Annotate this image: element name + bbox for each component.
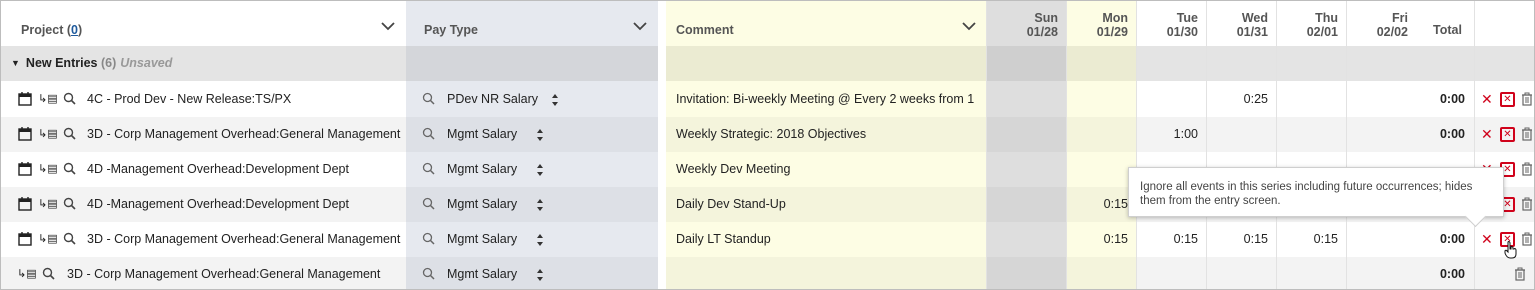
comment-value[interactable]: Weekly Strategic: 2018 Objectives	[676, 127, 986, 141]
day-header-mon: Mon 01/29	[1066, 1, 1136, 46]
search-icon[interactable]	[62, 126, 78, 142]
table-row[interactable]: ↳▤ 3D - Corp Management Overhead:General…	[1, 222, 1534, 257]
search-icon[interactable]	[62, 161, 78, 177]
hours-tue[interactable]: 0:15	[1136, 232, 1198, 246]
trash-icon[interactable]	[1521, 127, 1533, 141]
search-icon[interactable]	[421, 231, 437, 247]
ignore-series-icon[interactable]: ✕	[1500, 92, 1515, 107]
comment-header-label: Comment	[676, 23, 734, 37]
search-icon[interactable]	[62, 196, 78, 212]
day-header-fri: Fri 02/02	[1376, 11, 1408, 39]
comment-value[interactable]: Weekly Dev Meeting	[676, 162, 986, 176]
calendar-icon[interactable]	[17, 126, 33, 142]
project-value[interactable]: 3D - Corp Management Overhead:General Ma…	[87, 127, 400, 141]
day-header-thu: Thu 02/01	[1306, 11, 1338, 39]
ignore-series-tooltip: Ignore all events in this series includi…	[1128, 167, 1504, 217]
sort-updown-icon[interactable]	[536, 233, 544, 247]
row-total: 0:00	[1439, 92, 1465, 106]
sort-updown-icon[interactable]	[536, 268, 544, 282]
pay-type-value[interactable]: Mgmt Salary	[447, 197, 517, 211]
link-entry-icon[interactable]: ↳▤	[38, 91, 58, 107]
day-header-tue: Tue 01/30	[1166, 11, 1198, 39]
link-entry-icon[interactable]: ↳▤	[38, 231, 58, 247]
calendar-icon[interactable]	[17, 231, 33, 247]
search-icon[interactable]	[421, 161, 437, 177]
search-icon[interactable]	[41, 266, 57, 282]
project-value[interactable]: 3D - Corp Management Overhead:General Ma…	[87, 232, 400, 246]
total-header: Total	[1433, 23, 1462, 37]
trash-icon[interactable]	[1521, 92, 1533, 106]
table-row[interactable]: ↳▤ 3D - Corp Management Overhead:General…	[1, 257, 1534, 289]
pay-type-header-label: Pay Type	[424, 23, 478, 37]
comment-value[interactable]: Daily LT Standup	[676, 232, 986, 246]
link-entry-icon[interactable]: ↳▤	[38, 161, 58, 177]
pay-type-value[interactable]: Mgmt Salary	[447, 232, 517, 246]
calendar-icon[interactable]	[17, 196, 33, 212]
caret-down-icon[interactable]: ▼	[11, 58, 20, 68]
chevron-down-icon[interactable]	[962, 21, 976, 31]
project-value[interactable]: 4D -Management Overhead:Development Dept	[87, 197, 349, 211]
project-value[interactable]: 4D -Management Overhead:Development Dept	[87, 162, 349, 176]
link-entry-icon[interactable]: ↳▤	[38, 126, 58, 142]
project-header[interactable]: Project (0)	[1, 1, 406, 46]
project-header-label: Project (0)	[21, 23, 83, 37]
trash-icon[interactable]	[1521, 232, 1533, 246]
calendar-icon[interactable]	[17, 161, 33, 177]
pay-type-value[interactable]: Mgmt Salary	[447, 267, 517, 281]
pay-type-header[interactable]: Pay Type	[406, 1, 658, 46]
group-title[interactable]: ▼ New Entries (6) Unsaved	[11, 56, 172, 70]
hours-wed[interactable]: 0:15	[1206, 232, 1268, 246]
delete-x-icon[interactable]: ✕	[1481, 231, 1493, 247]
hours-mon[interactable]: 0:15	[1066, 232, 1128, 246]
pay-type-value[interactable]: Mgmt Salary	[447, 162, 517, 176]
trash-icon[interactable]	[1521, 197, 1533, 211]
search-icon[interactable]	[62, 231, 78, 247]
delete-x-icon[interactable]: ✕	[1481, 91, 1493, 107]
day-header-wed: Wed 01/31	[1236, 11, 1268, 39]
search-icon[interactable]	[421, 196, 437, 212]
search-icon[interactable]	[421, 266, 437, 282]
pay-type-value[interactable]: Mgmt Salary	[447, 127, 517, 141]
project-value[interactable]: 3D - Corp Management Overhead:General Ma…	[67, 267, 380, 281]
sort-updown-icon[interactable]	[536, 128, 544, 142]
hours-wed[interactable]: 0:25	[1206, 92, 1268, 106]
chevron-down-icon[interactable]	[381, 21, 395, 31]
search-icon[interactable]	[421, 91, 437, 107]
row-total: 0:00	[1439, 267, 1465, 281]
search-icon[interactable]	[421, 126, 437, 142]
table-row[interactable]: ↳▤ 4C - Prod Dev - New Release:TS/PX PDe…	[1, 82, 1534, 117]
unsaved-badge: Unsaved	[120, 56, 173, 70]
hand-cursor-icon	[1504, 241, 1517, 259]
trash-icon[interactable]	[1514, 267, 1526, 281]
trash-icon[interactable]	[1521, 162, 1533, 176]
comment-value[interactable]: Invitation: Bi-weekly Meeting @ Every 2 …	[676, 92, 986, 106]
project-count-link[interactable]: 0	[71, 23, 78, 37]
hours-mon[interactable]: 0:15	[1066, 197, 1128, 211]
comment-header[interactable]: Comment	[666, 1, 986, 46]
group-row-new-entries[interactable]: ▼ New Entries (6) Unsaved	[1, 46, 1534, 81]
table-header: Project (0) Pay Type Comment Sun 01/28 Mo…	[1, 1, 1534, 47]
delete-x-icon[interactable]: ✕	[1481, 126, 1493, 142]
hours-tue[interactable]: 1:00	[1136, 127, 1198, 141]
timesheet-grid: Project (0) Pay Type Comment Sun 01/28 Mo…	[0, 0, 1535, 290]
project-value[interactable]: 4C - Prod Dev - New Release:TS/PX	[87, 92, 291, 106]
row-total: 0:00	[1439, 232, 1465, 246]
link-entry-icon[interactable]: ↳▤	[17, 266, 37, 282]
link-entry-icon[interactable]: ↳▤	[38, 196, 58, 212]
day-header-sun: Sun 01/28	[986, 1, 1066, 46]
table-row[interactable]: ↳▤ 3D - Corp Management Overhead:General…	[1, 117, 1534, 152]
search-icon[interactable]	[62, 91, 78, 107]
calendar-icon[interactable]	[17, 91, 33, 107]
chevron-down-icon[interactable]	[633, 21, 647, 31]
ignore-series-icon[interactable]: ✕	[1500, 127, 1515, 142]
hours-thu[interactable]: 0:15	[1276, 232, 1338, 246]
pay-type-value[interactable]: PDev NR Salary	[447, 92, 538, 106]
row-total: 0:00	[1439, 127, 1465, 141]
sort-updown-icon[interactable]	[551, 93, 559, 107]
sort-updown-icon[interactable]	[536, 163, 544, 177]
comment-value[interactable]: Daily Dev Stand-Up	[676, 197, 986, 211]
sort-updown-icon[interactable]	[536, 198, 544, 212]
